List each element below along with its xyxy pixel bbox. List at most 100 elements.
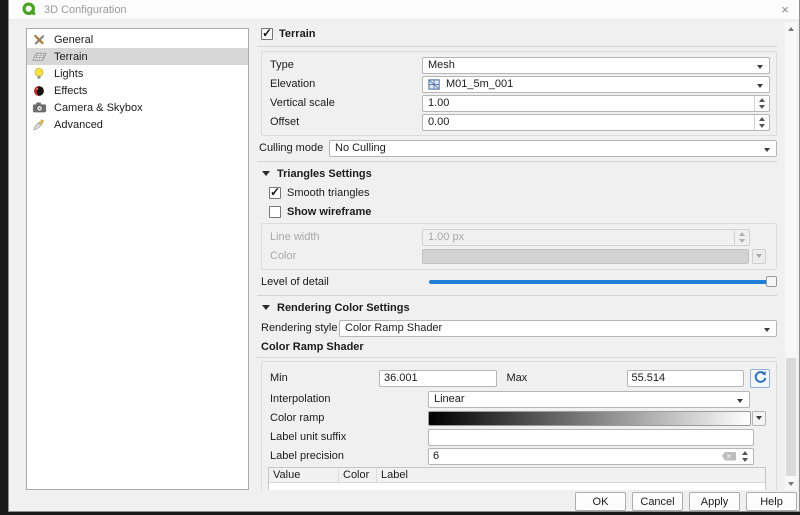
cancel-button[interactable]: Cancel <box>632 492 683 511</box>
vertical-scale-value: 1.00 <box>428 97 449 109</box>
offset-spinbox[interactable]: 0.00 <box>422 114 770 131</box>
color-ramp-button[interactable] <box>428 411 766 426</box>
color-ramp-shader-subheader: Color Ramp Shader <box>261 341 785 355</box>
sidebar-item-effects[interactable]: Effects <box>27 82 248 99</box>
interpolation-value: Linear <box>434 393 465 405</box>
effects-sphere-icon <box>31 83 47 99</box>
table-header-row[interactable]: Value Color Label <box>269 468 765 483</box>
light-bulb-icon <box>31 66 47 82</box>
level-of-detail-label: Level of detail <box>257 276 429 288</box>
terrain-groupbox: Type Mesh Elevation M01_5m_001 <box>261 51 777 136</box>
close-icon[interactable]: × <box>777 2 793 18</box>
reload-min-max-button[interactable] <box>750 369 770 388</box>
color-ramp-dropdown-icon[interactable] <box>752 411 766 426</box>
column-header-value[interactable]: Value <box>269 468 339 482</box>
main-scrollbar[interactable] <box>785 22 797 490</box>
sidebar-item-lights[interactable]: Lights <box>27 65 248 82</box>
sidebar-item-advanced[interactable]: Advanced <box>27 116 248 133</box>
smooth-triangles-label: Smooth triangles <box>287 187 370 199</box>
collapse-caret-icon <box>262 171 270 180</box>
sidebar-item-label: Terrain <box>54 51 88 63</box>
sidebar-item-label: General <box>54 34 93 46</box>
cell-label[interactable]: 36.001000 <box>377 489 765 491</box>
interpolation-label: Interpolation <box>262 393 428 405</box>
divider <box>257 46 777 47</box>
terrain-group-title: Terrain <box>279 28 315 40</box>
advanced-icon <box>31 117 47 133</box>
ok-button[interactable]: OK <box>575 492 626 511</box>
interpolation-dropdown[interactable]: Linear <box>428 391 750 408</box>
rendering-style-label: Rendering style <box>257 322 339 334</box>
max-input[interactable]: 55.514 <box>627 370 745 387</box>
spin-arrows-icon[interactable] <box>754 115 769 130</box>
rendering-style-row: Rendering style Color Ramp Shader <box>257 319 785 337</box>
apply-button[interactable]: Apply <box>689 492 740 511</box>
rendering-style-value: Color Ramp Shader <box>345 322 442 334</box>
line-width-value: 1.00 px <box>428 231 464 243</box>
elevation-row: Elevation M01_5m_001 <box>262 76 776 92</box>
spin-arrows-icon <box>734 230 749 245</box>
label-unit-suffix-label: Label unit suffix <box>262 431 428 443</box>
sidebar-item-camera-skybox[interactable]: Camera & Skybox <box>27 99 248 116</box>
culling-mode-dropdown[interactable]: No Culling <box>329 140 777 157</box>
sidebar-item-general[interactable]: General <box>27 31 248 48</box>
smooth-triangles-row: Smooth triangles <box>257 185 785 201</box>
cell-color <box>339 489 377 491</box>
label-precision-spinbox[interactable]: 6 × <box>428 448 754 465</box>
cell-value[interactable]: 36.00099999... <box>269 489 339 491</box>
color-map-table[interactable]: Value Color Label 36.00099999... 36.0010… <box>268 467 766 490</box>
rendering-style-dropdown[interactable]: Color Ramp Shader <box>339 320 777 337</box>
elevation-layer-dropdown[interactable]: M01_5m_001 <box>422 76 770 93</box>
color-ramp-shader-groupbox: Min 36.001 Max 55.514 <box>261 361 777 490</box>
camera-icon <box>31 100 47 116</box>
spin-arrows-icon[interactable] <box>742 448 748 465</box>
spin-arrows-icon[interactable] <box>754 96 769 111</box>
slider-handle[interactable] <box>766 276 777 287</box>
min-label: Min <box>262 372 379 384</box>
divider <box>257 357 777 358</box>
table-row[interactable]: 36.00099999... 36.001000 <box>269 483 765 490</box>
scroll-up-icon[interactable] <box>785 22 797 34</box>
culling-mode-label: Culling mode <box>257 142 329 154</box>
wireframe-color-button <box>422 248 766 264</box>
min-input[interactable]: 36.001 <box>379 370 497 387</box>
sidebar-item-terrain[interactable]: Terrain <box>27 48 248 65</box>
vertical-scale-spinbox[interactable]: 1.00 <box>422 95 770 112</box>
level-of-detail-slider[interactable] <box>429 276 777 288</box>
offset-row: Offset 0.00 <box>262 114 776 130</box>
terrain-type-dropdown[interactable]: Mesh <box>422 57 770 74</box>
clear-value-icon[interactable]: × <box>722 452 736 461</box>
line-width-row: Line width 1.00 px <box>262 229 776 245</box>
type-row: Type Mesh <box>262 57 776 73</box>
refresh-icon <box>754 370 767 386</box>
line-width-spinbox: 1.00 px <box>422 229 750 246</box>
elevation-layer-value: M01_5m_001 <box>446 78 513 90</box>
triangles-settings-header[interactable]: Triangles Settings <box>261 166 785 182</box>
show-wireframe-checkbox[interactable] <box>269 206 281 218</box>
collapse-caret-icon <box>262 305 270 314</box>
terrain-settings-panel: Terrain Type Mesh Elevation <box>257 22 785 490</box>
offset-label: Offset <box>262 116 422 128</box>
show-wireframe-label: Show wireframe <box>287 206 371 218</box>
min-value: 36.001 <box>384 372 418 384</box>
vertical-scale-label: Vertical scale <box>262 97 422 109</box>
label-unit-suffix-input[interactable] <box>428 429 754 446</box>
color-swatch-bar <box>422 249 749 264</box>
column-header-label[interactable]: Label <box>377 468 765 482</box>
scroll-down-icon[interactable] <box>785 478 797 490</box>
help-button[interactable]: Help <box>746 492 797 511</box>
terrain-enabled-checkbox[interactable] <box>261 28 273 40</box>
terrain-group-header: Terrain <box>261 26 785 42</box>
qgis-logo-icon <box>22 2 37 17</box>
sidebar-item-label: Effects <box>54 85 87 97</box>
min-max-row: Min 36.001 Max 55.514 <box>262 369 776 387</box>
color-ramp-gradient[interactable] <box>428 411 751 426</box>
show-wireframe-row: Show wireframe <box>257 204 785 220</box>
rendering-color-settings-header[interactable]: Rendering Color Settings <box>261 300 785 316</box>
rendering-color-settings-title: Rendering Color Settings <box>277 302 410 314</box>
scrollbar-thumb[interactable] <box>786 358 796 476</box>
column-header-color[interactable]: Color <box>339 468 377 482</box>
color-dropdown-icon <box>752 249 766 264</box>
title-bar[interactable]: 3D Configuration × <box>9 0 799 20</box>
smooth-triangles-checkbox[interactable] <box>269 187 281 199</box>
